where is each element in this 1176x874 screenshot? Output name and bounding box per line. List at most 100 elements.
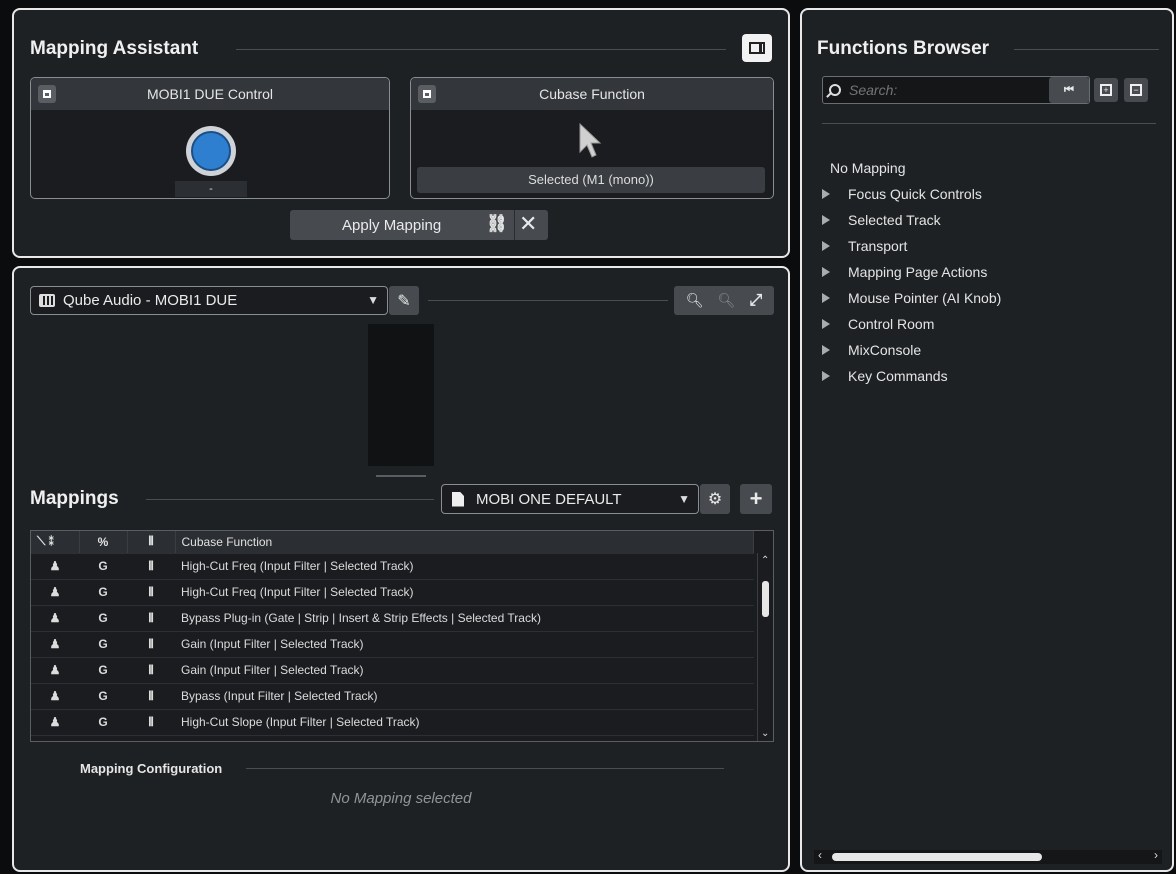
mapping-type-icon: ♟ (31, 631, 79, 658)
horizontal-scrollbar[interactable]: ‹ › (814, 848, 1162, 864)
functions-browser-title: Functions Browser (817, 38, 990, 59)
add-page-button[interactable]: + (740, 484, 772, 514)
mode-icon: ⫴ (127, 631, 175, 658)
table-row[interactable]: ♟ G ⫴ Gain (Input Filter | Selected Track) (31, 631, 754, 658)
mouse-pointer-icon (579, 122, 602, 158)
global-flag: G (79, 657, 127, 684)
search-field[interactable]: ⏮ (822, 76, 1090, 104)
canvas-scroll-handle[interactable] (376, 475, 426, 477)
mapping-type-icon: ♟ (31, 605, 79, 632)
expand-arrow-icon[interactable] (822, 189, 830, 199)
function-name: Bypass (Input Filter | Selected Track) (175, 683, 754, 710)
tree-item[interactable]: Focus Quick Controls (822, 181, 982, 207)
tree-item-label: Mapping Page Actions (848, 264, 988, 280)
pencil-icon: ✎ (397, 292, 411, 310)
close-icon[interactable]: ✕ (519, 211, 537, 237)
expand-icon[interactable]: ⤢ (749, 292, 762, 310)
mapping-config-title: Mapping Configuration (80, 761, 223, 776)
collapse-all-button[interactable]: − (1124, 78, 1148, 102)
plus-icon: + (749, 486, 763, 511)
scroll-thumb[interactable] (762, 581, 769, 617)
table-row[interactable]: ♟ G ⫴ High-Cut Freq (Input Filter | Selecte… (31, 579, 754, 606)
column-header-function[interactable]: Cubase Function (175, 531, 754, 554)
scroll-left-icon[interactable]: ‹ (818, 848, 822, 862)
tree-item[interactable]: Key Commands (822, 363, 948, 389)
mapping-page-name: MOBI ONE DEFAULT (476, 490, 622, 508)
knob-icon[interactable] (186, 126, 236, 176)
device-name: Qube Audio - MOBI1 DUE (63, 292, 238, 309)
expand-all-button[interactable]: + (1094, 78, 1118, 102)
table-row[interactable]: ♟ G ⫴ Gain (Input Filter | Selected Track) (31, 657, 754, 684)
scroll-up-icon[interactable]: ⌃ (761, 555, 769, 566)
zoom-in-icon[interactable]: 🔍︎ (686, 292, 704, 309)
expand-arrow-icon[interactable] (822, 293, 830, 303)
mappings-title: Mappings (30, 488, 119, 509)
expand-arrow-icon[interactable] (822, 241, 830, 251)
scroll-down-icon[interactable]: ⌄ (761, 728, 769, 739)
h-scroll-thumb[interactable] (832, 853, 1042, 861)
table-scrollbar[interactable]: ⌃ ⌄ (757, 553, 773, 741)
link-icon[interactable]: ⛓ (486, 214, 508, 234)
expand-arrow-icon[interactable] (822, 319, 830, 329)
table-row[interactable]: ♟ G ⫴ High-Cut Freq (Input Filter | Selecte… (31, 553, 754, 580)
global-flag: G (79, 709, 127, 736)
table-header-row: ⟍ ⁑ % ⫴ Cubase Function (31, 531, 754, 554)
mapping-type-icon: ♟ (31, 683, 79, 710)
edit-device-button[interactable]: ✎ (389, 286, 419, 315)
chevron-down-icon: ▼ (678, 492, 690, 506)
tree-item-label: Transport (848, 238, 908, 254)
tree-item[interactable]: MixConsole (822, 337, 921, 363)
tree-item[interactable]: No Mapping (822, 155, 906, 181)
tree-item-label: Selected Track (848, 212, 941, 228)
panel-layout-icon (749, 42, 765, 54)
column-header-type[interactable]: ⟍ ⁑ (31, 531, 80, 554)
table-row[interactable]: ♟ G ⫴ Bypass Plug-in (Gate | Strip | Insert… (31, 605, 754, 632)
mode-icon: ⫴ (127, 553, 175, 580)
column-header-global[interactable]: % (79, 531, 128, 554)
expand-arrow-icon[interactable] (822, 215, 830, 225)
tree-item[interactable]: Selected Track (822, 207, 941, 233)
function-name: Bypass Plug-in (Gate | Strip | Insert & … (175, 605, 754, 632)
reset-search-button[interactable]: ⏮ (1049, 77, 1089, 103)
tree-item[interactable]: Mouse Pointer (AI Knob) (822, 285, 1001, 311)
expand-all-icon: + (1100, 84, 1112, 96)
tree-item[interactable]: Transport (822, 233, 907, 259)
apply-mapping-label: Apply Mapping (342, 216, 442, 234)
control-box-title: MOBI1 DUE Control (146, 86, 274, 102)
table-row[interactable]: ♟ G ⫴ Bypass (Input Filter | Selected Track… (31, 683, 754, 710)
mapping-type-icon: ♟ (31, 709, 79, 736)
expand-arrow-icon[interactable] (822, 345, 830, 355)
pin-icon[interactable] (418, 85, 436, 103)
control-value: - (175, 181, 247, 197)
collapse-all-icon: − (1130, 84, 1142, 96)
tree-item[interactable]: Control Room (822, 311, 934, 337)
function-name: High-Cut Freq (Input Filter | Selected T… (175, 553, 754, 580)
tree-item-label: Key Commands (848, 368, 948, 384)
expand-arrow-icon[interactable] (822, 371, 830, 381)
apply-mapping-button[interactable]: Apply Mapping ⛓ ✕ (290, 210, 548, 240)
expand-arrow-icon[interactable] (822, 267, 830, 277)
column-header-mode[interactable]: ⫴ (127, 531, 176, 554)
function-value: Selected (M1 (mono)) (417, 167, 765, 193)
zoom-out-icon[interactable]: 🔍︎ (718, 292, 736, 309)
functions-tree: No Mapping Focus Quick Controls Selected T… (822, 155, 1152, 395)
toggle-panel-button[interactable] (742, 34, 772, 62)
divider (514, 210, 515, 240)
tree-item[interactable]: Mapping Page Actions (822, 259, 987, 285)
device-select[interactable]: Qube Audio - MOBI1 DUE ▼ (30, 286, 388, 315)
page-settings-button[interactable]: ⚙ (700, 484, 730, 514)
chevron-down-icon: ▼ (367, 293, 379, 307)
table-row[interactable]: ♟ G ⫴ High-Cut Slope (Input Filter | Select… (31, 709, 754, 736)
tree-item-label: Focus Quick Controls (848, 186, 982, 202)
mapping-assistant-title: Mapping Assistant (30, 38, 199, 59)
mappings-table: ⟍ ⁑ % ⫴ Cubase Function ♟ G ⫴ High-Cut Freq… (31, 531, 754, 736)
pin-icon[interactable] (38, 85, 56, 103)
global-flag: G (79, 579, 127, 606)
scroll-right-icon[interactable]: › (1154, 848, 1158, 862)
mode-icon: ⫴ (127, 683, 175, 710)
search-input[interactable] (849, 82, 1039, 98)
mode-icon: ⫴ (127, 709, 175, 736)
mapping-page-select[interactable]: MOBI ONE DEFAULT ▼ (441, 484, 699, 514)
tree-item-label: MixConsole (848, 342, 922, 358)
device-canvas[interactable] (368, 324, 434, 466)
